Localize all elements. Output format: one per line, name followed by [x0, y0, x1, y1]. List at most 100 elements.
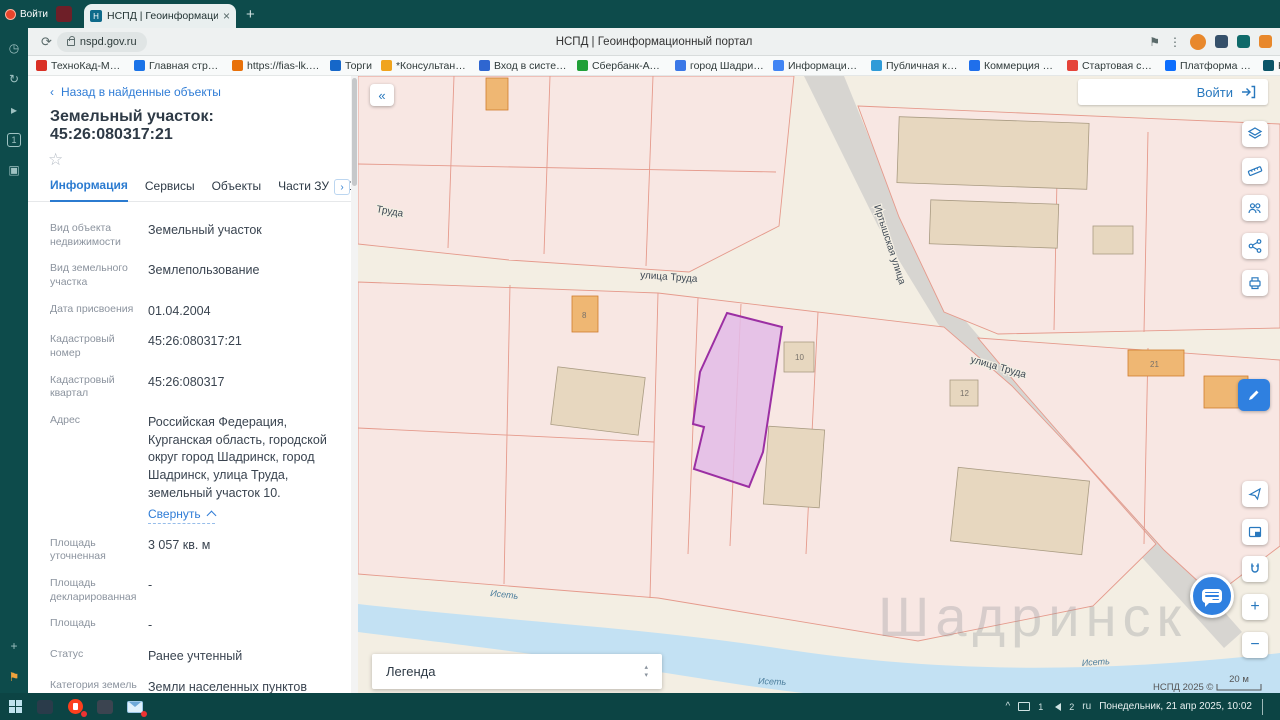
display-icon[interactable] — [1018, 702, 1031, 711]
map-attribution: НСПД 2025 © — [1153, 682, 1213, 693]
map-canvas[interactable]: Шадринск Труда улица Труда Иртышская ули… — [358, 76, 1280, 693]
tab-services[interactable]: Сервисы — [145, 179, 195, 201]
avatar[interactable] — [1190, 33, 1206, 50]
field-label: Вид объекта недвижимости — [50, 222, 121, 248]
bookmark-item[interactable]: Главная страниц — [132, 60, 225, 72]
bookmark-item[interactable]: Сбербанк-АСТ - з — [575, 60, 668, 72]
new-tab-button[interactable]: + — [246, 6, 255, 23]
cadastral-block — [358, 76, 795, 273]
favorite-star-icon[interactable]: ☆ — [28, 144, 358, 168]
browser-app-icon — [67, 699, 83, 714]
start-button[interactable] — [0, 693, 30, 720]
zoom-out-button[interactable]: − — [1242, 632, 1268, 658]
tab-close-icon[interactable]: × — [223, 9, 230, 23]
notifications-bell-icon[interactable]: ⚑ — [6, 669, 22, 685]
bookmark-label: Стартовая стран — [1081, 59, 1156, 72]
extensions-icon[interactable] — [1215, 35, 1228, 48]
bookmark-label: Публичная кадас — [885, 59, 960, 72]
tab-information[interactable]: Информация — [50, 178, 128, 202]
tab-favicon-icon: Н — [89, 10, 102, 22]
layers-icon — [1247, 127, 1263, 139]
bookmark-label: Главная страниц — [149, 59, 223, 72]
refresh-icon[interactable]: ⟳ — [41, 34, 52, 50]
profile-login-label: Войти — [20, 8, 48, 20]
profile-icon — [5, 8, 16, 20]
bookmark-item[interactable]: Коммерция МО.Х — [967, 60, 1060, 72]
back-link[interactable]: ‹ Назад в найденные объекты — [28, 76, 358, 99]
bookmark-item[interactable]: *КонсультантПлю — [379, 60, 472, 72]
bookmark-item[interactable]: Стартовая стран — [1065, 60, 1158, 72]
field-row: Вид объекта недвижимости Земельный участо… — [50, 222, 346, 249]
parcel-number: 10 — [795, 353, 804, 362]
bookmark-item[interactable]: Вход в систему У — [477, 60, 570, 72]
city-watermark: Шадринск — [878, 585, 1187, 648]
taskbar-app-mail[interactable] — [120, 693, 150, 720]
tray-expand-icon[interactable]: ^ — [1006, 701, 1011, 712]
measure-button[interactable] — [1242, 158, 1268, 184]
location-arrow-icon — [1248, 487, 1261, 501]
system-tray: ^ 1 2 ru Понедельник, 21 апр 2025, 10:02 — [1006, 698, 1280, 715]
taskbar-app-browser[interactable] — [60, 693, 90, 720]
tabs-scroll-right-button[interactable]: › — [334, 179, 350, 195]
clock-date[interactable]: Понедельник, 21 апр 2025, 10:02 — [1099, 701, 1252, 712]
taskbar-app-files[interactable] — [30, 693, 60, 720]
bookmark-item[interactable]: Публичная кадас — [869, 60, 962, 72]
panel-scrollbar[interactable] — [351, 76, 358, 693]
pinned-extension-icon[interactable] — [55, 6, 72, 22]
downloads-icon[interactable] — [1237, 35, 1250, 48]
collapse-address-link[interactable]: Свернуть — [148, 506, 217, 524]
language-indicator[interactable]: ru — [1082, 701, 1091, 712]
attribute-list: Вид объекта недвижимости Земельный участо… — [28, 202, 358, 693]
bookmarks-bar: ТехноКад-Муниц Главная страниц https://f… — [28, 56, 1280, 76]
bookmark-favicon-icon — [330, 60, 341, 71]
field-row: Статус Ранее учтенный — [50, 648, 346, 666]
browser-menu-icon[interactable] — [1259, 35, 1272, 48]
bookmark-item[interactable]: НСПД — [1261, 60, 1280, 72]
print-button[interactable] — [1242, 270, 1268, 296]
bookmark-item[interactable]: Торги — [328, 60, 374, 72]
browser-profile-login-button[interactable]: Войти — [0, 8, 56, 20]
tab-objects[interactable]: Объекты — [212, 179, 262, 201]
browser-tab[interactable]: Н НСПД | Геоинформаци × — [83, 4, 236, 28]
collaboration-button[interactable] — [1242, 195, 1268, 221]
panel-collapse-button[interactable]: « — [370, 84, 394, 106]
bookmark-item[interactable]: Платформа госус — [1163, 60, 1256, 72]
play-icon[interactable]: ▸ — [6, 102, 22, 118]
screenshot-icon[interactable]: ▣ — [6, 162, 22, 178]
locate-button[interactable] — [1242, 481, 1268, 507]
legend-bar[interactable]: Легенда ▴ ▾ — [372, 654, 662, 689]
tab-counter[interactable]: 1 — [7, 133, 21, 147]
feedback-draw-button[interactable] — [1238, 379, 1270, 411]
sync-icon[interactable]: ↻ — [6, 71, 22, 87]
bookmark-label: *КонсультантПлю — [395, 59, 470, 72]
url-field[interactable]: nspd.gov.ru — [56, 31, 147, 52]
volume-icon[interactable] — [1051, 702, 1062, 711]
bookmark-flag-icon[interactable]: ⚑ — [1149, 35, 1160, 49]
bookmark-item[interactable]: ТехноКад-Муниц — [34, 60, 127, 72]
map-login-button[interactable]: Войти — [1078, 79, 1268, 105]
tab-parts[interactable]: Части ЗУ — [278, 179, 329, 201]
bookmark-label: ТехноКад-Муниц — [51, 59, 125, 72]
layers-button[interactable] — [1242, 121, 1268, 147]
history-icon[interactable]: ◷ — [6, 40, 22, 56]
snap-button[interactable] — [1242, 556, 1268, 582]
bookmark-label: Информация о р — [787, 59, 862, 72]
field-value: 01.04.2004 — [148, 303, 211, 318]
zoom-in-button[interactable]: + — [1242, 594, 1268, 620]
login-label: Войти — [1196, 84, 1233, 100]
bookmark-item[interactable]: Информация о р — [771, 60, 864, 72]
share-button[interactable] — [1242, 233, 1268, 259]
bookmark-favicon-icon — [1066, 60, 1078, 71]
bookmark-item[interactable]: город Шадринск — [673, 60, 766, 72]
taskbar-app-window[interactable] — [90, 693, 120, 720]
notification-center-button[interactable] — [1262, 698, 1274, 715]
browser-side-panel: ◷ ↻ ▸ 1 ▣ + ⚑ — [0, 28, 28, 693]
bookmark-item[interactable]: https://fias-lk.nal — [230, 60, 323, 72]
bookmark-label: Коммерция МО.Х — [983, 59, 1058, 72]
chat-button[interactable] — [1190, 574, 1234, 618]
overview-map-button[interactable] — [1242, 519, 1268, 545]
river-label: Исеть — [1081, 656, 1110, 668]
kebab-menu-icon[interactable]: ⋮ — [1169, 35, 1181, 49]
scrollbar-thumb[interactable] — [352, 78, 357, 186]
add-panel-icon[interactable]: + — [6, 638, 22, 654]
